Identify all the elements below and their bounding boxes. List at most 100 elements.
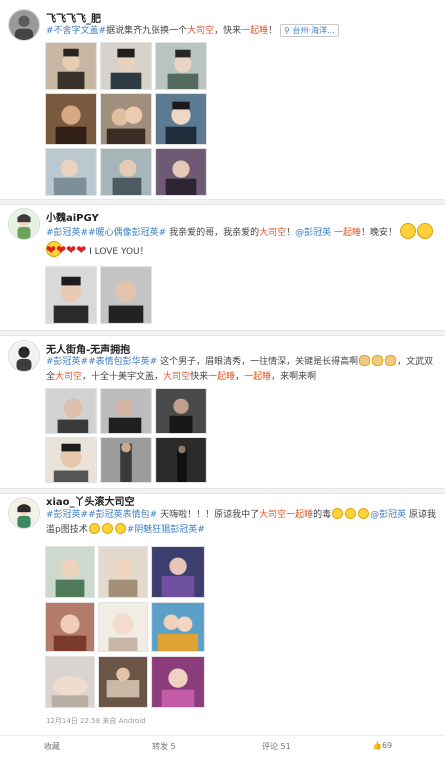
hashtag[interactable]: #阴魅狂猖彭冠英# — [127, 525, 205, 535]
smile-emoji-icon — [399, 223, 416, 239]
hashtag[interactable]: #暖心偶像彭冠英# — [88, 228, 166, 238]
cat-emoji-icon — [385, 355, 397, 366]
highlight: 一起睡 — [286, 510, 314, 520]
hashtag[interactable]: #彭冠英# — [46, 510, 88, 520]
text: ！晚安！ — [361, 228, 398, 238]
highlight: 大司空 — [163, 372, 191, 382]
post-image[interactable] — [100, 148, 152, 196]
post-image[interactable] — [45, 266, 97, 324]
user-avatar[interactable] — [8, 9, 40, 41]
text: 原谅我 — [409, 510, 437, 520]
post-image[interactable] — [100, 266, 152, 324]
highlight: 大司空 — [55, 372, 83, 382]
user-avatar[interactable] — [8, 497, 40, 529]
location-tag[interactable]: ⚲ 台州·海洋... — [280, 24, 339, 37]
post-timestamp: 12月14日 22:58 来自 Android — [46, 717, 146, 725]
post-image[interactable] — [100, 93, 152, 145]
text: ，来啊来啊 — [271, 372, 317, 382]
cry-emoji-icon — [345, 508, 357, 519]
text: ！ — [286, 228, 296, 238]
comment-button[interactable]: 评论 51 — [262, 741, 291, 752]
post-text: #彭冠英##表情包彭华英# 这个男子，眉眼清秀，一往情深，关键是长得高啊 ，文武双… — [46, 355, 438, 385]
post-text-line: ❤❤❤❤ I LOVE YOU！ — [46, 243, 438, 260]
location-text: 台州·海洋... — [292, 26, 335, 35]
post-image[interactable] — [45, 656, 95, 708]
post-image[interactable] — [100, 388, 152, 434]
highlight: 大司空 — [259, 228, 287, 238]
post-image[interactable] — [155, 437, 207, 483]
username[interactable]: xiao_丫头滚大司空 — [46, 493, 135, 508]
post-image[interactable] — [155, 148, 207, 196]
user-avatar[interactable] — [8, 208, 40, 240]
laugh-emoji-icon — [88, 523, 100, 534]
text: 的毒 — [313, 510, 332, 520]
heart-icon: ❤ — [46, 243, 57, 257]
highlight: 一起睡 — [208, 372, 236, 382]
cry-emoji-icon — [332, 508, 344, 519]
text: ，十全十美宇文盖， — [82, 372, 164, 382]
post-image[interactable] — [155, 93, 207, 145]
text: 这个男子，眉眼清秀，一往情深，关键是长得高啊 — [160, 357, 359, 367]
text: 我亲爱的哥，我亲爱的 — [169, 228, 260, 238]
favorite-button[interactable]: 收藏 — [44, 741, 60, 752]
text: 据说集齐九张换一个 — [106, 26, 188, 36]
heart-icon: ❤ — [76, 243, 87, 257]
hashtag[interactable]: #表情包彭华英# — [88, 357, 157, 367]
mention[interactable]: @彭冠英 — [370, 510, 406, 520]
post-image[interactable] — [100, 42, 152, 90]
post-image[interactable] — [151, 546, 205, 598]
text: ，快来 — [214, 26, 242, 36]
hashtag[interactable]: #彭冠英表情包# — [88, 510, 157, 520]
post-image[interactable] — [45, 546, 95, 598]
post-image[interactable] — [45, 437, 97, 483]
like-count: 69 — [381, 741, 393, 750]
text: ， — [235, 372, 245, 382]
mention[interactable]: @彭冠英 — [295, 228, 331, 238]
location-pin-icon: ⚲ — [284, 26, 290, 35]
text: 快来 — [190, 372, 209, 382]
post-image[interactable] — [98, 546, 148, 598]
post-image[interactable] — [45, 148, 97, 196]
highlight: 大司空 — [259, 510, 287, 520]
hashtag[interactable]: #不舍字文盖# — [46, 26, 106, 36]
user-avatar[interactable] — [8, 340, 40, 372]
highlight: 一起睡 — [244, 372, 272, 382]
username[interactable]: 无人街角-无声拥抱 — [46, 341, 130, 356]
weibo-feed: 飞飞飞飞_肥 #不舍字文盖#据说集齐九张换一个大司空，快来一起睡！ ⚲ 台州·海… — [0, 0, 445, 766]
post-divider — [0, 330, 445, 336]
username[interactable]: 小魏aiPGY — [46, 209, 99, 224]
post-image[interactable] — [151, 656, 205, 708]
highlight: 大司空 — [187, 26, 215, 36]
post-divider — [0, 199, 445, 205]
post-text: #彭冠英##彭冠英表情包# 天嗨啦！！！原谅我中了大司空一起睡的毒 @彭冠英 原谅… — [46, 508, 438, 538]
cat-emoji-icon — [359, 355, 371, 366]
username[interactable]: 飞飞飞飞_肥 — [46, 10, 101, 25]
hashtag[interactable]: #彭冠英# — [46, 357, 88, 367]
post-image[interactable] — [45, 388, 97, 434]
post-image[interactable] — [98, 602, 148, 652]
post-text: #不舍字文盖#据说集齐九张换一个大司空，快来一起睡！ ⚲ 台州·海洋... — [46, 24, 438, 39]
cat-emoji-icon — [372, 355, 384, 366]
heart-icon: ❤ — [56, 243, 67, 257]
post-image[interactable] — [155, 42, 207, 90]
thumbs-up-icon: 👍 — [372, 741, 382, 750]
text: 滥p图技术 — [46, 525, 88, 535]
heart-icon: ❤ — [66, 243, 77, 257]
post-image[interactable] — [45, 93, 97, 145]
post-image[interactable] — [151, 602, 205, 652]
laugh-emoji-icon — [101, 523, 113, 534]
post-image[interactable] — [155, 388, 207, 434]
like-button[interactable]: 👍69 — [372, 741, 392, 750]
cry-emoji-icon — [358, 508, 370, 519]
post-image[interactable] — [100, 437, 152, 483]
post-image[interactable] — [45, 42, 97, 90]
repost-button[interactable]: 转发 5 — [152, 741, 176, 752]
text: I LOVE YOU！ — [89, 247, 149, 257]
post-image[interactable] — [45, 602, 95, 652]
post-image[interactable] — [98, 656, 148, 708]
highlight: 一起睡 — [241, 26, 269, 36]
hashtag[interactable]: #彭冠英# — [46, 228, 88, 238]
laugh-emoji-icon — [114, 523, 126, 534]
action-bar: 收藏 转发 5 评论 51 👍69 — [0, 735, 445, 755]
text: ！ — [268, 26, 278, 36]
